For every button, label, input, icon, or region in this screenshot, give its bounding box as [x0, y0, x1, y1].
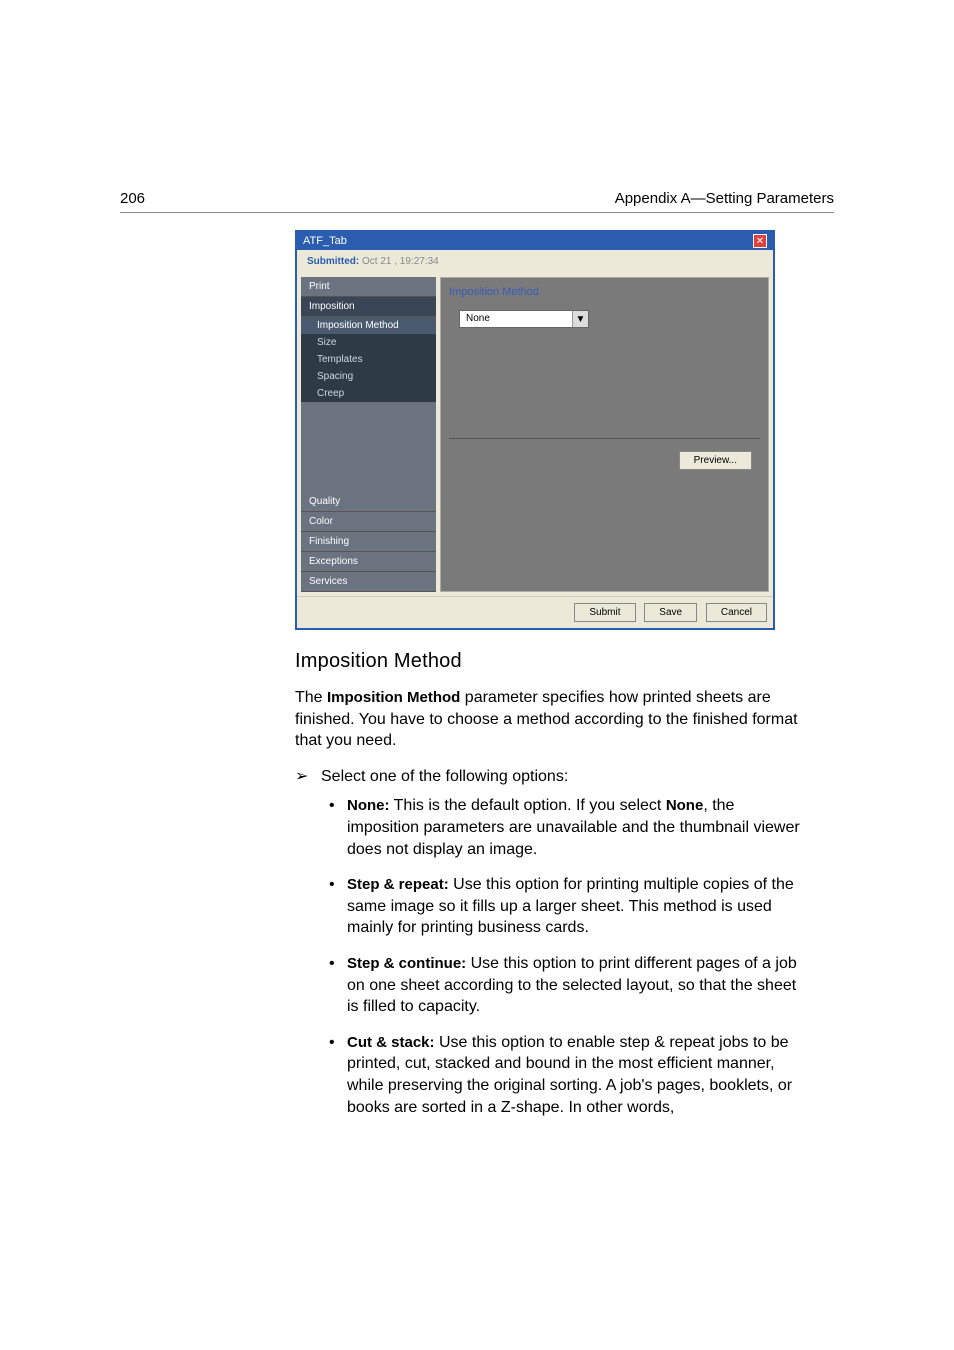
step-text: Select one of the following options:	[321, 766, 568, 788]
page-header: 206 Appendix A—Setting Parameters	[120, 190, 834, 207]
sidebar-item-finishing[interactable]: Finishing	[301, 532, 436, 552]
sidebar-gap	[301, 402, 436, 492]
page-number: 206	[120, 190, 145, 207]
submit-button[interactable]: Submit	[574, 603, 635, 622]
cancel-button[interactable]: Cancel	[706, 603, 767, 622]
sidebar-sub-creep[interactable]: Creep	[301, 385, 436, 402]
article-body: Imposition Method The Imposition Method …	[295, 648, 804, 1132]
dialog-footer: Submit Save Cancel	[297, 596, 773, 628]
list-item: Cut & stack: Use this option to enable s…	[329, 1032, 804, 1118]
submitted-label: Submitted:	[307, 256, 359, 267]
sidebar-item-exceptions[interactable]: Exceptions	[301, 552, 436, 572]
options-list: None: This is the default option. If you…	[295, 795, 804, 1118]
list-item: Step & continue: Use this option to prin…	[329, 953, 804, 1018]
preview-button[interactable]: Preview...	[679, 451, 752, 470]
list-item: Step & repeat: Use this option for print…	[329, 874, 804, 939]
sidebar-sub-spacing[interactable]: Spacing	[301, 368, 436, 385]
header-divider	[120, 212, 834, 213]
submitted-row: Submitted: Oct 21 , 19:27:34	[297, 250, 773, 273]
dialog-body: Print Imposition Imposition Method Size …	[297, 273, 773, 596]
content-title: Imposition Method	[449, 286, 760, 298]
appendix-label: Appendix A—Setting Parameters	[615, 190, 834, 207]
imposition-method-dropdown[interactable]: None ▼	[459, 310, 589, 328]
sidebar-item-imposition[interactable]: Imposition	[301, 297, 436, 317]
sidebar-item-services[interactable]: Services	[301, 572, 436, 592]
sidebar-sub-templates[interactable]: Templates	[301, 351, 436, 368]
submitted-value: Oct 21 , 19:27:34	[362, 256, 439, 267]
dialog-content: Imposition Method None ▼ Preview...	[440, 277, 769, 592]
section-heading: Imposition Method	[295, 648, 804, 675]
bold-term: Imposition Method	[327, 689, 460, 706]
save-button[interactable]: Save	[644, 603, 697, 622]
list-item: None: This is the default option. If you…	[329, 795, 804, 860]
sidebar-item-color[interactable]: Color	[301, 512, 436, 532]
intro-paragraph: The Imposition Method parameter specifie…	[295, 687, 804, 752]
step-marker-icon: ➢	[295, 766, 311, 788]
instruction-step: ➢ Select one of the following options:	[295, 766, 804, 788]
sidebar-sub-size[interactable]: Size	[301, 334, 436, 351]
dialog-sidebar: Print Imposition Imposition Method Size …	[301, 277, 436, 592]
job-parameters-dialog: ATF_Tab ✕ Submitted: Oct 21 , 19:27:34 P…	[295, 230, 775, 630]
dropdown-value: None	[460, 311, 572, 327]
content-divider	[449, 438, 760, 439]
chevron-down-icon[interactable]: ▼	[572, 311, 588, 327]
sidebar-item-print[interactable]: Print	[301, 277, 436, 297]
dialog-title-text: ATF_Tab	[303, 235, 347, 247]
sidebar-item-quality[interactable]: Quality	[301, 492, 436, 512]
dialog-titlebar[interactable]: ATF_Tab ✕	[297, 232, 773, 250]
sidebar-sub-imposition-method[interactable]: Imposition Method	[301, 317, 436, 334]
close-icon[interactable]: ✕	[753, 234, 767, 248]
